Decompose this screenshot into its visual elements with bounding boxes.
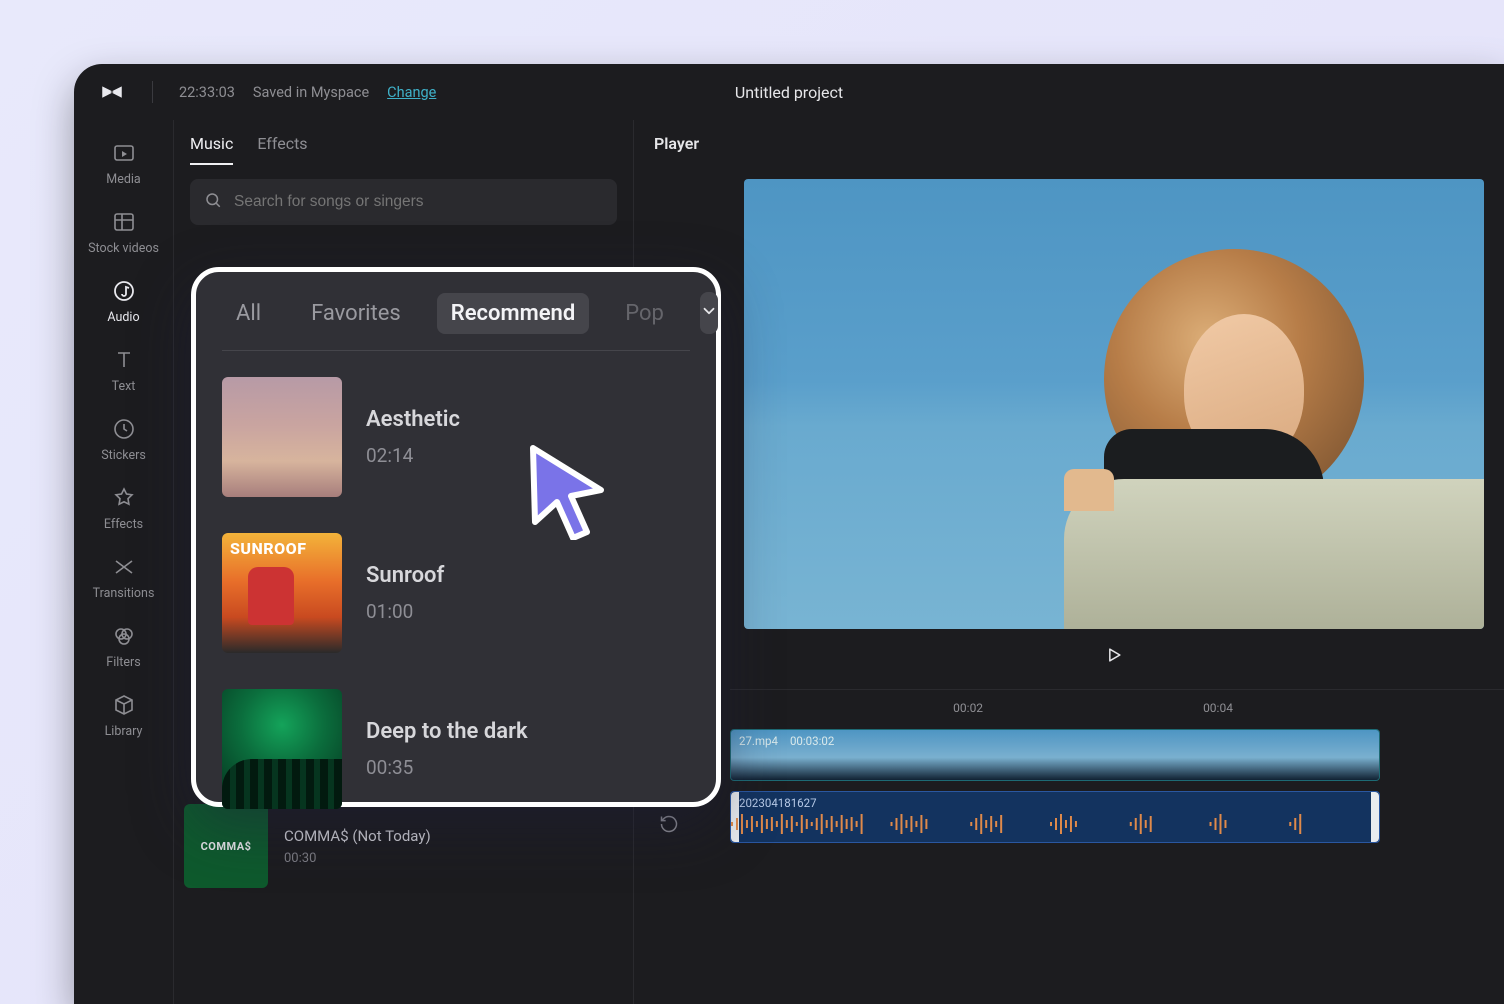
song-artwork [222,689,342,809]
ruler-tick: 00:02 [953,701,983,715]
rail-item-transitions[interactable]: Transitions [82,554,166,601]
rail-label: Effects [104,517,143,532]
category-popup: All Favorites Recommend Pop Aesthetic 02… [191,267,721,807]
player-controls [744,629,1484,681]
rail-label: Text [112,379,136,394]
rail-label: Audio [107,310,139,325]
audio-track-clip[interactable]: 202304181627 [730,791,1380,843]
rail-item-library[interactable]: Library [82,692,166,739]
song-title: Aesthetic [366,407,460,432]
tab-music[interactable]: Music [190,134,233,165]
popup-tab-recommend[interactable]: Recommend [437,293,589,334]
stickers-icon [111,416,137,442]
clip-duration: 00:03:02 [790,734,834,748]
rail-item-stickers[interactable]: Stickers [82,416,166,463]
stock-videos-icon [111,209,137,235]
rail-item-text[interactable]: Text [82,347,166,394]
app-logo-icon [98,78,126,106]
divider [222,350,690,351]
save-timestamp: 22:33:03 [179,84,235,101]
rail-label: Stickers [101,448,146,463]
video-track-clip[interactable]: 27.mp4 00:03:02 [730,729,1380,781]
rail-item-stock-videos[interactable]: Stock videos [82,209,166,256]
rail-item-media[interactable]: Media [82,140,166,187]
song-title: Deep to the dark [366,719,528,744]
play-button[interactable] [1099,640,1129,670]
song-title: Sunroof [366,563,444,588]
rail-item-filters[interactable]: Filters [82,623,166,670]
timeline: . 00:02 00:04 27.mp4 00:03:02 2023041816… [634,689,1504,1004]
song-title: COMMA$ (Not Today) [284,827,431,845]
song-duration: 00:30 [284,851,431,866]
expand-tabs-button[interactable] [700,292,718,334]
rail-label: Transitions [93,586,155,601]
project-title[interactable]: Untitled project [735,83,843,102]
video-preview[interactable] [744,179,1484,629]
popup-tab-all[interactable]: All [222,293,275,334]
transitions-icon [111,554,137,580]
rail-label: Media [106,172,140,187]
popup-tab-favorites[interactable]: Favorites [297,293,415,334]
song-artwork [222,377,342,497]
rail-label: Library [105,724,143,739]
audio-icon [111,278,137,304]
saved-location: Saved in Myspace [253,84,369,101]
ruler-tick: 00:04 [1203,701,1233,715]
media-icon [111,140,137,166]
song-duration: 00:35 [366,756,528,779]
waveform [731,812,1379,836]
panel-tabs: Music Effects [190,134,617,165]
audio-clip-name: 202304181627 [739,796,817,810]
rail-label: Filters [106,655,140,670]
chevron-down-icon [700,301,718,326]
effects-icon [111,485,137,511]
clip-handle-right[interactable] [1371,792,1379,842]
search-input[interactable] [190,179,617,225]
right-area: Player . 00:02 00:04 [634,120,1504,1004]
player-label: Player [634,120,1504,153]
change-location-link[interactable]: Change [387,84,436,101]
search-icon [204,191,222,213]
song-duration: 02:14 [366,444,460,467]
rail-item-effects[interactable]: Effects [82,485,166,532]
search-field[interactable] [234,193,603,211]
divider [152,81,153,103]
rail-item-audio[interactable]: Audio [82,278,166,325]
left-rail: Media Stock videos Audio Text Stickers E… [74,120,174,1004]
time-ruler[interactable]: . 00:02 00:04 [730,689,1504,719]
text-icon [111,347,137,373]
song-duration: 01:00 [366,600,444,623]
popup-tabs: All Favorites Recommend Pop [222,292,690,334]
clip-filename: 27.mp4 [739,734,778,748]
song-item-aesthetic[interactable]: Aesthetic 02:14 [222,359,690,515]
library-icon [111,692,137,718]
tab-effects[interactable]: Effects [257,134,307,165]
preview-frame [744,179,1484,629]
song-item-sunroof[interactable]: Sunroof 01:00 [222,515,690,671]
song-artwork [222,533,342,653]
song-item-deep-to-the-dark[interactable]: Deep to the dark 00:35 [222,671,690,827]
popup-tab-pop[interactable]: Pop [611,293,678,334]
filters-icon [111,623,137,649]
rail-label: Stock videos [88,241,159,256]
